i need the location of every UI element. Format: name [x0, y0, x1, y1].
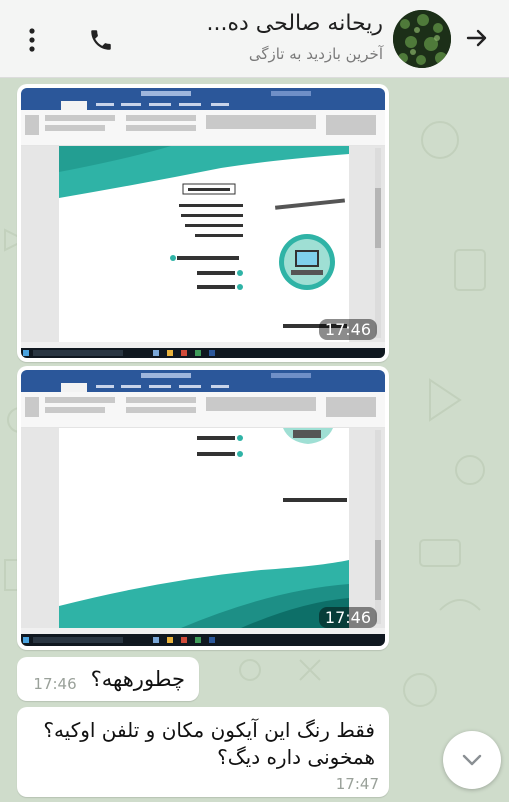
- text-message[interactable]: چطورههه؟ 17:46: [17, 657, 199, 701]
- call-button[interactable]: [82, 22, 120, 58]
- word-screenshot-image[interactable]: 17:46: [21, 88, 385, 358]
- phone-icon: [91, 30, 111, 50]
- contact-name[interactable]: ریحانه صالحی ده...: [207, 11, 383, 36]
- avatar-image: [393, 10, 451, 68]
- word-document-screenshot: [21, 370, 385, 646]
- image-message[interactable]: 17:46: [17, 366, 389, 650]
- menu-button[interactable]: [20, 22, 44, 58]
- last-seen-status: آخرین بازدید به تازگی: [248, 45, 383, 63]
- message-time: 17:46: [33, 675, 77, 693]
- chat-header: ریحانه صالحی ده... آخرین بازدید به تازگی: [0, 0, 509, 78]
- word-document-screenshot: [21, 88, 385, 358]
- message-text: چطورههه؟: [90, 667, 185, 691]
- message-time: 17:47: [335, 775, 379, 793]
- image-time: 17:46: [318, 319, 377, 340]
- text-message[interactable]: فقط رنگ این آیکون مکان و تلفن اوکیه؟ همخ…: [17, 707, 389, 797]
- message-text-line-1: فقط رنگ این آیکون مکان و تلفن اوکیه؟: [43, 718, 375, 742]
- message-text-line-2: همخونی داره دیگ؟: [217, 745, 375, 769]
- word-screenshot-image[interactable]: 17:46: [21, 370, 385, 646]
- image-message[interactable]: 17:46: [17, 84, 389, 362]
- chevron-down-icon: [462, 754, 482, 766]
- back-button[interactable]: [459, 20, 495, 56]
- image-time: 17:46: [318, 607, 377, 628]
- arrow-right-icon: [466, 29, 487, 47]
- avatar[interactable]: [393, 10, 451, 68]
- more-vertical-icon: [29, 28, 35, 52]
- scroll-down-button[interactable]: [443, 731, 501, 789]
